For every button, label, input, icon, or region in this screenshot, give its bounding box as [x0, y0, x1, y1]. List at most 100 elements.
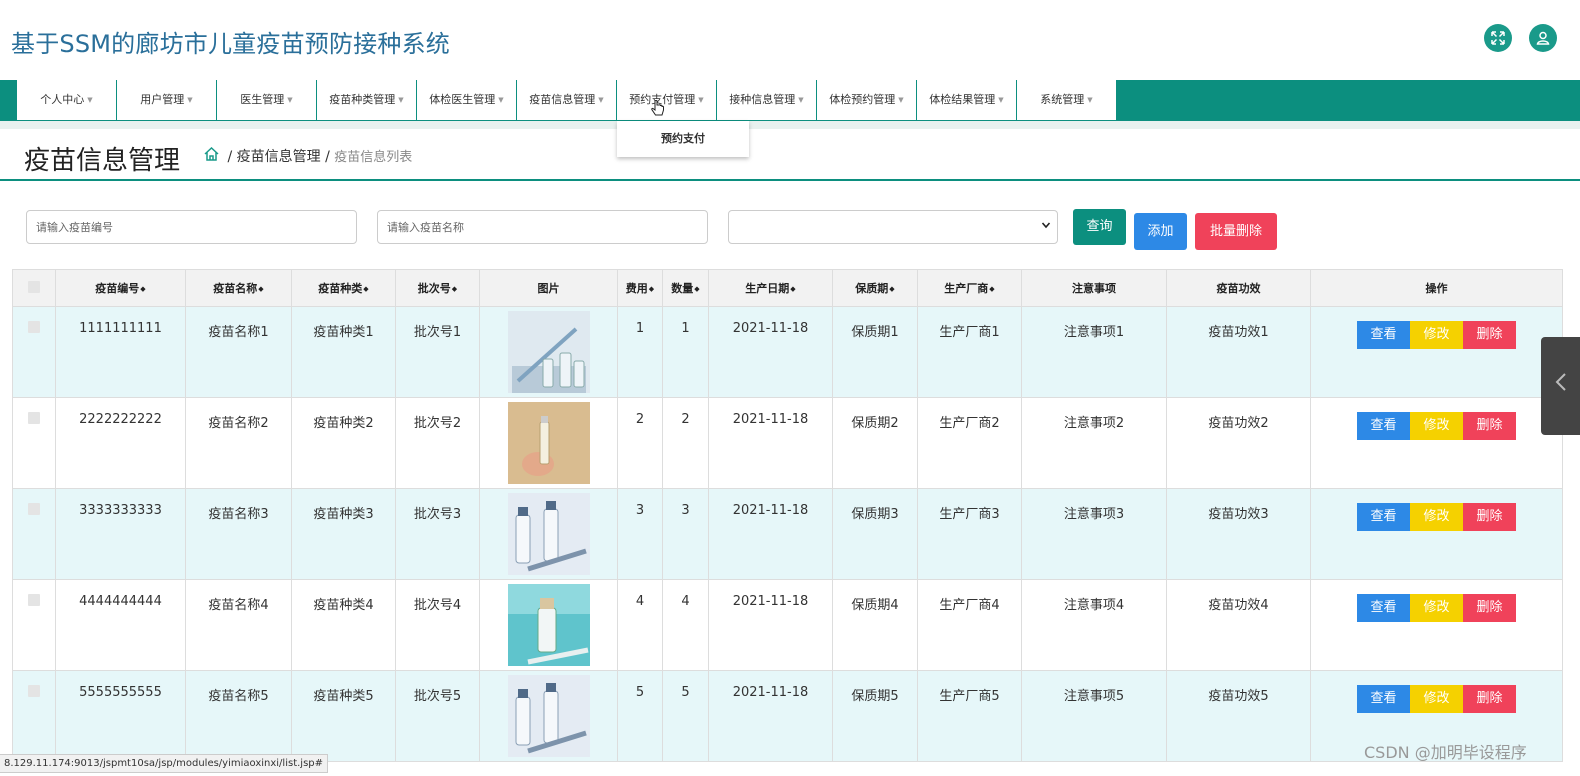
watermark: CSDN @加明毕设程序: [1364, 743, 1527, 762]
nav-item-appointment-payment-management[interactable]: 预约支付管理 ▼: [616, 80, 716, 120]
column-header[interactable]: 疫苗名称◆: [185, 269, 292, 307]
table-row: 3333333333 疫苗名称3 疫苗种类3 批次号3 3 3 2021-11-…: [12, 488, 1563, 580]
delete-button[interactable]: 删除: [1463, 594, 1516, 622]
nav-item-exam-appointment-management[interactable]: 体检预约管理 ▼: [816, 80, 916, 120]
user-icon[interactable]: [1529, 24, 1557, 52]
edit-button[interactable]: 修改: [1410, 685, 1463, 713]
edit-button[interactable]: 修改: [1410, 321, 1463, 349]
delete-button[interactable]: 删除: [1463, 503, 1516, 531]
row-checkbox-cell: [12, 397, 56, 489]
nav-item-vaccination-info-management[interactable]: 接种信息管理 ▼: [716, 80, 816, 120]
sort-icon: ◆: [363, 285, 369, 293]
dropdown-item-appointment-payment[interactable]: 预约支付: [617, 121, 749, 157]
cell-date: 2021-11-18: [708, 579, 833, 671]
cell-code: 2222222222: [55, 397, 186, 489]
cell-type: 疫苗种类4: [291, 579, 396, 671]
sort-icon: ◆: [889, 285, 895, 293]
vaccine-type-select[interactable]: [728, 210, 1058, 244]
cell-notes: 注意事项2: [1021, 397, 1167, 489]
view-button[interactable]: 查看: [1357, 594, 1410, 622]
column-header[interactable]: 疫苗编号◆: [55, 269, 186, 307]
cell-batch: 批次号2: [395, 397, 480, 489]
breadcrumb-section[interactable]: 疫苗信息管理: [237, 149, 321, 165]
delete-button[interactable]: 删除: [1463, 412, 1516, 440]
fullscreen-icon[interactable]: [1484, 24, 1512, 52]
table-row: 1111111111 疫苗名称1 疫苗种类1 批次号1 1 1 2021-11-…: [12, 306, 1563, 398]
nav-item-user-management[interactable]: 用户管理 ▼: [116, 80, 216, 120]
edit-button[interactable]: 修改: [1410, 503, 1463, 531]
caret-down-icon: ▼: [287, 96, 293, 104]
edit-button[interactable]: 修改: [1410, 594, 1463, 622]
column-header[interactable]: 保质期◆: [832, 269, 918, 307]
vaccine-code-input[interactable]: [26, 210, 357, 244]
cell-notes: 注意事项5: [1021, 670, 1167, 762]
column-header: 疫苗功效: [1166, 269, 1311, 307]
nav-item-exam-doctor-management[interactable]: 体检医生管理 ▼: [416, 80, 516, 120]
cell-image: [479, 670, 618, 762]
view-button[interactable]: 查看: [1357, 321, 1410, 349]
cell-fee: 1: [617, 306, 663, 398]
cell-actions: 查看 修改 删除: [1310, 579, 1563, 671]
vaccine-name-input[interactable]: [377, 210, 708, 244]
edit-button[interactable]: 修改: [1410, 412, 1463, 440]
nav-item-exam-result-management[interactable]: 体检结果管理 ▼: [916, 80, 1016, 120]
column-header[interactable]: 生产厂商◆: [917, 269, 1022, 307]
column-header[interactable]: 疫苗种类◆: [291, 269, 396, 307]
table-row: 5555555555 疫苗名称5 疫苗种类5 批次号5 5 5 2021-11-…: [12, 670, 1563, 762]
nav-item-vaccine-type-management[interactable]: 疫苗种类管理 ▼: [316, 80, 416, 120]
batch-delete-button[interactable]: 批量删除: [1195, 213, 1277, 250]
row-checkbox[interactable]: [28, 685, 40, 697]
cell-effect: 疫苗功效1: [1166, 306, 1311, 398]
row-checkbox[interactable]: [28, 503, 40, 515]
cell-shelf-life: 保质期1: [832, 306, 918, 398]
nav-item-personal-center[interactable]: 个人中心 ▼: [16, 80, 116, 120]
column-header[interactable]: 数量◆: [662, 269, 709, 307]
home-icon[interactable]: [204, 146, 219, 165]
view-button[interactable]: 查看: [1357, 685, 1410, 713]
add-button[interactable]: 添加: [1134, 213, 1187, 250]
row-checkbox[interactable]: [28, 594, 40, 606]
query-button[interactable]: 查询: [1073, 209, 1126, 245]
page-title: 疫苗信息管理: [24, 146, 181, 176]
cell-date: 2021-11-18: [708, 670, 833, 762]
cell-shelf-life: 保质期5: [832, 670, 918, 762]
side-panel-toggle[interactable]: [1541, 337, 1580, 435]
caret-down-icon: ▼: [598, 96, 604, 104]
column-header[interactable]: 批次号◆: [395, 269, 480, 307]
caret-down-icon: ▼: [187, 96, 193, 104]
nav-item-system-management[interactable]: 系统管理 ▼: [1016, 80, 1116, 120]
cell-actions: 查看 修改 删除: [1310, 306, 1563, 398]
row-checkbox-cell: [12, 579, 56, 671]
row-checkbox[interactable]: [28, 321, 40, 333]
cell-qty: 4: [662, 579, 709, 671]
column-header[interactable]: 生产日期◆: [708, 269, 833, 307]
caret-down-icon: ▼: [398, 96, 404, 104]
chevron-down-icon: [1041, 220, 1051, 233]
vaccine-image: [507, 493, 590, 575]
sort-icon: ◆: [694, 285, 700, 293]
nav-item-vaccine-info-management[interactable]: 疫苗信息管理 ▼: [516, 80, 616, 120]
cell-batch: 批次号4: [395, 579, 480, 671]
view-button[interactable]: 查看: [1357, 503, 1410, 531]
column-header[interactable]: 费用◆: [617, 269, 663, 307]
vaccine-table: 疫苗编号◆ 疫苗名称◆ 疫苗种类◆ 批次号◆ 图片 费用◆ 数量◆ 生产日期◆ …: [12, 269, 1563, 762]
vaccine-image: [507, 584, 590, 666]
column-header: 注意事项: [1021, 269, 1167, 307]
delete-button[interactable]: 删除: [1463, 321, 1516, 349]
status-bar-url: 8.129.11.174:9013/jspmt10sa/jsp/modules/…: [0, 754, 329, 773]
column-header: 图片: [479, 269, 618, 307]
cell-effect: 疫苗功效2: [1166, 397, 1311, 489]
row-checkbox[interactable]: [28, 412, 40, 424]
nav-item-doctor-management[interactable]: 医生管理 ▼: [216, 80, 316, 120]
cell-batch: 批次号1: [395, 306, 480, 398]
caret-down-icon: ▼: [898, 96, 904, 104]
row-checkbox-cell: [12, 670, 56, 762]
view-button[interactable]: 查看: [1357, 412, 1410, 440]
row-checkbox-cell: [12, 306, 56, 398]
select-all-checkbox[interactable]: [28, 280, 40, 293]
chevron-left-icon: [1555, 373, 1567, 398]
sort-icon: ◆: [790, 285, 796, 293]
cell-fee: 2: [617, 397, 663, 489]
delete-button[interactable]: 删除: [1463, 685, 1516, 713]
vaccine-image: [507, 675, 590, 757]
